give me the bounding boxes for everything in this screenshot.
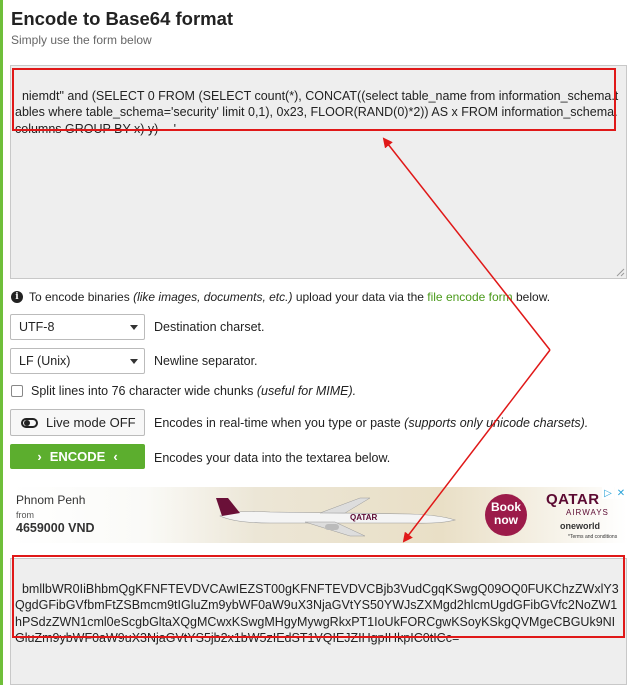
chevron-left-icon: ‹: [113, 449, 118, 464]
page-subtitle: Simply use the form below: [11, 33, 152, 47]
ad-alliance: oneworld: [560, 521, 600, 531]
page-title: Encode to Base64 format: [11, 8, 234, 29]
encode-button[interactable]: › ENCODE ‹: [10, 444, 145, 469]
newline-label: Newline separator.: [154, 354, 258, 368]
left-accent-bar: [0, 0, 3, 685]
ad-price: 4659000 VND: [16, 521, 95, 535]
chevron-right-icon: ›: [37, 449, 42, 464]
ad-banner[interactable]: Phnom Penh from 4659000 VND QATAR Book n…: [10, 487, 627, 543]
ad-terms: *Terms and conditions: [568, 534, 618, 540]
split-lines-label: Split lines into 76 character wide chunk…: [31, 384, 357, 398]
output-textarea[interactable]: bmllbWR0IiBhbmQgKFNFTEVDVCAwIEZST00gKFNF…: [10, 558, 627, 685]
chevron-down-icon: [130, 325, 138, 330]
output-text: bmllbWR0IiBhbmQgKFNFTEVDVCAwIEZST00gKFNF…: [15, 581, 619, 646]
close-icon[interactable]: ✕: [615, 487, 627, 499]
file-encode-link[interactable]: file encode form: [427, 290, 512, 304]
ad-city: Phnom Penh: [16, 493, 86, 507]
encode-label: Encodes your data into the textarea belo…: [154, 451, 391, 465]
info-icon: i: [11, 291, 23, 303]
info-row: i To encode binaries (like images, docum…: [11, 290, 550, 304]
split-lines-checkbox[interactable]: [11, 385, 23, 397]
adchoices-icon[interactable]: ▷: [602, 487, 614, 499]
ad-choices[interactable]: ▷ ✕: [602, 487, 627, 499]
newline-select[interactable]: LF (Unix): [10, 348, 145, 374]
live-mode-label: Encodes in real-time when you type or pa…: [154, 416, 589, 430]
input-textarea[interactable]: niemdt" and (SELECT 0 FROM (SELECT count…: [10, 65, 627, 279]
info-text: To encode binaries (like images, documen…: [29, 290, 551, 304]
charset-label: Destination charset.: [154, 320, 265, 334]
live-mode-button[interactable]: Live mode OFF: [10, 409, 145, 436]
ad-plane-text: QATAR: [350, 513, 377, 522]
ad-from: from: [16, 510, 34, 520]
ad-book-now[interactable]: Book now: [485, 494, 527, 536]
ad-brand-sub: AIRWAYS: [566, 508, 609, 517]
charset-select[interactable]: UTF-8: [10, 314, 145, 340]
chevron-down-icon: [130, 359, 138, 364]
input-text: niemdt" and (SELECT 0 FROM (SELECT count…: [15, 88, 619, 136]
ad-brand: QATAR: [546, 491, 600, 508]
airplane-image: QATAR: [216, 497, 457, 537]
toggle-icon: [21, 417, 38, 428]
resize-grip-icon[interactable]: [615, 267, 625, 277]
